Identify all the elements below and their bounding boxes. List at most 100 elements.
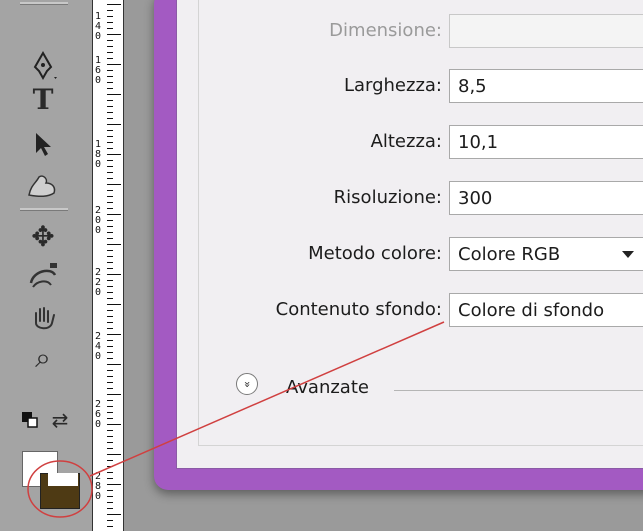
swap-glyph: ⇄: [51, 408, 69, 432]
ruler-tick: [107, 472, 113, 473]
ruler-digit: 0: [95, 225, 102, 236]
move-glyph: ✥: [31, 219, 55, 253]
ruler-tick: [107, 274, 121, 275]
ruler-tick: [107, 388, 113, 389]
text-tool-glyph: T: [32, 83, 54, 116]
foreground-swatch-overlap: [48, 473, 78, 486]
ruler-tick: [107, 448, 113, 449]
ruler-tick: [107, 118, 113, 119]
ruler-tick: [107, 454, 121, 455]
width-label: Larghezza:: [343, 75, 442, 96]
ruler-tick: [107, 220, 113, 221]
ruler-tick: [107, 418, 113, 419]
ruler-tick: [107, 322, 113, 323]
color-mode-label: Metodo colore:: [308, 243, 442, 264]
ruler-tick: [107, 160, 113, 161]
background-contents-label: Contenuto sfondo:: [275, 299, 442, 320]
chevron-down-icon[interactable]: [622, 251, 634, 258]
resolution-input[interactable]: 300: [449, 181, 643, 215]
custom-shape-icon[interactable]: [20, 168, 66, 204]
move-tool-icon[interactable]: ✥: [20, 218, 66, 254]
text-tool-icon[interactable]: T: [20, 82, 66, 118]
resolution-label: Risoluzione:: [333, 187, 442, 208]
ruler-tick: [107, 238, 113, 239]
ruler-tick: [107, 4, 121, 5]
ruler-tick: [107, 166, 113, 167]
default-colors-icon[interactable]: [20, 410, 40, 430]
3d-orbit-icon[interactable]: [20, 258, 66, 294]
size-select[interactable]: [449, 14, 643, 48]
ruler-tick: [107, 376, 113, 377]
ruler-tick: [107, 400, 113, 401]
ruler-tick: [107, 250, 113, 251]
ruler-tick: [107, 316, 113, 317]
dialog-content-panel: [198, 0, 643, 446]
ruler-tick: [107, 430, 113, 431]
ruler-tick: [107, 178, 113, 179]
ruler-tick: [107, 130, 113, 131]
ruler-tick: [107, 268, 113, 269]
ruler-tick: [107, 508, 113, 509]
vertical-ruler: 1 4 0 1 6 0 1 8 0 2 0 0 2 2 0 2 4 0 2 6 …: [92, 0, 124, 531]
ruler-tick: [107, 364, 121, 365]
ruler-tick: [107, 154, 121, 155]
expand-glyph: »: [240, 380, 254, 388]
ruler-tick: [107, 394, 121, 395]
ruler-tick: [107, 370, 113, 371]
width-input[interactable]: 8,5: [449, 69, 643, 103]
ruler-tick: [107, 40, 113, 41]
ruler-tick: [107, 64, 121, 65]
ruler-tick: [107, 58, 113, 59]
ruler-digit: 0: [95, 75, 102, 86]
ruler-tick: [107, 244, 121, 245]
ruler-tick: [107, 304, 121, 305]
ruler-tick: [107, 76, 113, 77]
ruler-tick: [107, 100, 113, 101]
ruler-digit: 0: [95, 419, 102, 430]
ruler-tick: [107, 436, 113, 437]
ruler-tick: [107, 184, 121, 185]
ruler-tick: [107, 142, 113, 143]
ruler-tick: [107, 202, 113, 203]
ruler-tick: [107, 232, 113, 233]
ruler-tick: [107, 334, 121, 335]
ruler-tick: [107, 70, 113, 71]
background-contents-select[interactable]: Colore di sfondo: [449, 293, 643, 327]
ruler-tick: [107, 46, 113, 47]
ruler-tick: [107, 328, 113, 329]
hand-tool-icon[interactable]: [20, 300, 66, 336]
advanced-label[interactable]: Avanzate: [286, 377, 369, 398]
toolbar-separator: [20, 208, 68, 211]
ruler-tick: [107, 496, 113, 497]
zoom-tool-icon[interactable]: ⌕: [20, 340, 66, 376]
size-label: Dimensione:: [329, 20, 442, 41]
tools-panel: T ✥ ⌕ ⇄: [0, 0, 92, 531]
ruler-tick: [107, 478, 113, 479]
advanced-expand-icon[interactable]: »: [236, 373, 258, 395]
color-mode-select[interactable]: Colore RGB: [449, 237, 643, 271]
path-selection-icon[interactable]: [20, 126, 66, 162]
ruler-tick: [107, 358, 113, 359]
ruler-tick: [107, 442, 113, 443]
height-input[interactable]: 10,1: [449, 125, 643, 159]
ruler-tick: [107, 28, 113, 29]
ruler-tick: [107, 124, 121, 125]
ruler-tick: [107, 352, 113, 353]
height-label: Altezza:: [370, 131, 442, 152]
ruler-tick: [107, 136, 113, 137]
ruler-tick: [107, 172, 113, 173]
ruler-tick: [107, 424, 121, 425]
ruler-tick: [107, 280, 113, 281]
ruler-tick: [107, 148, 113, 149]
pen-tool-icon[interactable]: [20, 48, 66, 84]
ruler-tick: [107, 94, 121, 95]
ruler-tick: [107, 10, 113, 11]
swap-colors-icon[interactable]: ⇄: [48, 408, 72, 432]
ruler-tick: [107, 196, 113, 197]
ruler-tick: [107, 190, 113, 191]
ruler-tick: [107, 460, 113, 461]
ruler-tick: [107, 34, 121, 35]
ruler-tick: [107, 256, 113, 257]
ruler-tick: [107, 382, 113, 383]
ruler-digit: 0: [95, 31, 102, 42]
